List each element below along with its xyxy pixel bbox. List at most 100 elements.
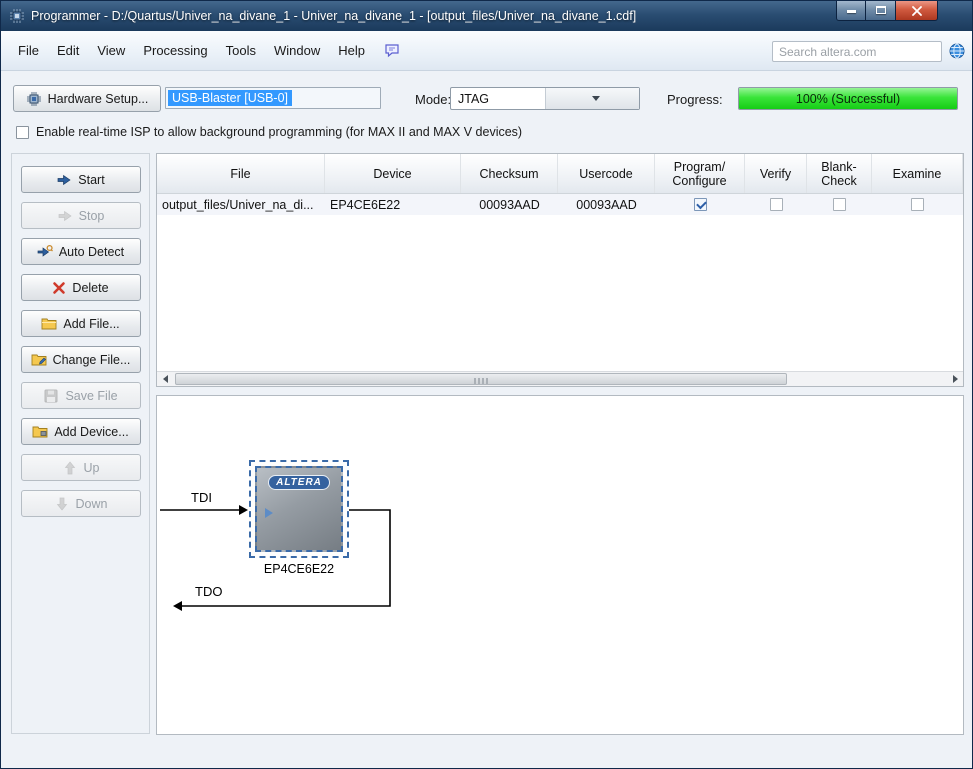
save-file-icon xyxy=(44,389,58,402)
menu-tools[interactable]: Tools xyxy=(217,39,265,62)
program-configure-checkbox[interactable] xyxy=(693,198,707,211)
menu-processing[interactable]: Processing xyxy=(134,39,216,62)
isp-row: Enable real-time ISP to allow background… xyxy=(16,125,522,139)
chevron-down-icon[interactable] xyxy=(544,88,639,109)
title-bar[interactable]: Programmer - D:/Quartus/Univer_na_divane… xyxy=(1,1,972,31)
col-verify[interactable]: Verify xyxy=(745,154,807,193)
table-row[interactable]: output_files/Univer_na_di... EP4CE6E22 0… xyxy=(157,194,963,215)
examine-checkbox[interactable] xyxy=(911,198,924,211)
verify-checkbox[interactable] xyxy=(769,198,783,211)
add-file-button[interactable]: Add File... xyxy=(20,310,141,337)
progress-text: 100% (Successful) xyxy=(795,91,901,106)
app-icon xyxy=(9,8,25,24)
stop-button[interactable]: Stop xyxy=(20,202,141,229)
col-blank-check[interactable]: Blank- Check xyxy=(807,154,872,193)
start-label: Start xyxy=(78,172,105,187)
isp-label: Enable real-time ISP to allow background… xyxy=(36,125,523,139)
maximize-icon xyxy=(875,6,886,14)
auto-detect-icon xyxy=(37,244,53,257)
window-controls xyxy=(836,1,938,21)
hardware-value: USB-Blaster [USB-0] xyxy=(168,90,293,106)
table-header: File Device Checksum Usercode Program/ C… xyxy=(157,154,963,194)
down-icon xyxy=(56,497,67,511)
stop-icon xyxy=(58,210,72,221)
jtag-chain-panel: TDI TDO ALTERA EP4CE6E22 xyxy=(156,395,964,735)
stop-label: Stop xyxy=(78,208,105,223)
scroll-right-arrow[interactable] xyxy=(947,372,963,386)
chip-body: ALTERA xyxy=(255,466,343,552)
sidebar: Start Stop Auto Detect Delete Add File..… xyxy=(11,153,150,734)
menu-bar: File Edit View Processing Tools Window H… xyxy=(1,31,972,71)
change-file-icon xyxy=(31,354,47,365)
cell-device: EP4CE6E22 xyxy=(330,197,401,212)
up-label: Up xyxy=(83,460,100,475)
close-icon xyxy=(911,6,922,16)
up-icon xyxy=(64,460,75,474)
add-file-label: Add File... xyxy=(63,316,120,331)
down-button[interactable]: Down xyxy=(20,490,141,517)
down-label: Down xyxy=(75,496,108,511)
change-file-button[interactable]: Change File... xyxy=(20,346,141,373)
menu-file[interactable]: File xyxy=(9,39,48,62)
add-device-icon xyxy=(32,426,48,437)
cell-file: output_files/Univer_na_di... xyxy=(162,197,314,212)
tdi-label: TDI xyxy=(191,490,212,505)
hardware-field: USB-Blaster [USB-0] xyxy=(165,87,381,109)
menu-window[interactable]: Window xyxy=(265,39,329,62)
globe-icon[interactable] xyxy=(949,43,965,64)
scrollbar-grip-icon xyxy=(474,378,488,384)
search-input[interactable] xyxy=(772,41,942,62)
progress-fill: 100% (Successful) xyxy=(739,88,957,109)
close-button[interactable] xyxy=(895,1,938,21)
auto-detect-label: Auto Detect xyxy=(58,244,125,259)
isp-checkbox[interactable] xyxy=(16,125,29,139)
add-file-icon xyxy=(41,318,57,329)
col-device[interactable]: Device xyxy=(325,154,461,193)
menu-help[interactable]: Help xyxy=(329,39,374,62)
mode-select[interactable]: JTAG xyxy=(450,87,640,110)
menu-edit[interactable]: Edit xyxy=(48,39,88,62)
minimize-button[interactable] xyxy=(836,1,866,21)
play-triangle-icon xyxy=(265,508,273,518)
cell-checksum: 00093AAD xyxy=(479,197,540,212)
hardware-chip-icon xyxy=(26,91,41,106)
add-device-label: Add Device... xyxy=(54,424,129,439)
tdo-label: TDO xyxy=(195,584,223,599)
save-file-button[interactable]: Save File xyxy=(20,382,141,409)
auto-detect-button[interactable]: Auto Detect xyxy=(20,238,141,265)
progress-bar: 100% (Successful) xyxy=(738,87,958,110)
device-chip[interactable]: ALTERA xyxy=(249,460,349,558)
col-program-configure[interactable]: Program/ Configure xyxy=(655,154,745,193)
change-file-label: Change File... xyxy=(52,352,131,367)
progress-label: Progress: xyxy=(667,92,723,107)
blank-check-checkbox[interactable] xyxy=(833,198,846,211)
window-title: Programmer - D:/Quartus/Univer_na_divane… xyxy=(31,9,637,23)
up-button[interactable]: Up xyxy=(20,454,141,481)
chip-name: EP4CE6E22 xyxy=(263,562,335,576)
add-device-button[interactable]: Add Device... xyxy=(20,418,141,445)
hardware-setup-button[interactable]: Hardware Setup... xyxy=(13,85,161,112)
feedback-bubble-icon[interactable] xyxy=(384,43,400,58)
altera-logo: ALTERA xyxy=(268,475,330,490)
start-button[interactable]: Start xyxy=(20,166,141,193)
start-icon xyxy=(57,174,71,185)
delete-button[interactable]: Delete xyxy=(20,274,141,301)
menu-view[interactable]: View xyxy=(88,39,134,62)
cell-usercode: 00093AAD xyxy=(576,197,637,212)
scroll-left-arrow[interactable] xyxy=(157,372,173,386)
col-examine[interactable]: Examine xyxy=(872,154,963,193)
col-file[interactable]: File xyxy=(157,154,325,193)
col-checksum[interactable]: Checksum xyxy=(461,154,558,193)
horizontal-scrollbar[interactable] xyxy=(157,371,963,386)
delete-icon xyxy=(53,281,66,294)
mode-value: JTAG xyxy=(458,91,490,106)
programmer-window: Programmer - D:/Quartus/Univer_na_divane… xyxy=(0,0,973,769)
mode-label: Mode: xyxy=(415,92,452,107)
scrollbar-thumb[interactable] xyxy=(175,373,787,385)
minimize-icon xyxy=(846,10,856,13)
save-file-label: Save File xyxy=(65,388,118,403)
file-table-panel: File Device Checksum Usercode Program/ C… xyxy=(156,153,964,387)
delete-label: Delete xyxy=(72,280,109,295)
maximize-button[interactable] xyxy=(866,1,895,21)
col-usercode[interactable]: Usercode xyxy=(558,154,655,193)
